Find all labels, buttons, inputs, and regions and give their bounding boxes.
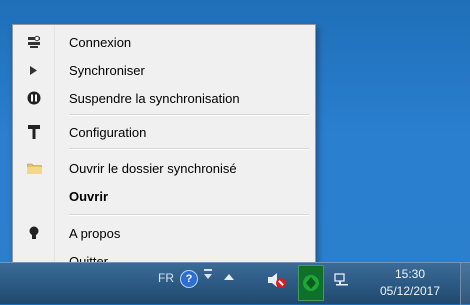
sync-app-tray-icon[interactable] (298, 265, 324, 301)
help-icon[interactable]: ? (180, 270, 198, 288)
menu-item-configuration[interactable]: Configuration (13, 120, 315, 144)
network-icon[interactable] (334, 273, 350, 289)
show-desktop-button[interactable] (460, 263, 470, 305)
menu-item-a-propos[interactable]: A propos (13, 221, 315, 245)
menu-item-label: Ouvrir le dossier synchronisé (69, 160, 237, 176)
menu-item-suspendre[interactable]: Suspendre la synchronisation (13, 86, 315, 110)
menu-item-icon-placeholder (13, 184, 55, 208)
tools-icon (13, 120, 55, 144)
menu-item-label: Ouvrir (69, 188, 109, 204)
connection-icon (13, 30, 55, 54)
chevron-down-icon[interactable] (203, 269, 213, 283)
menu-separator (69, 148, 309, 150)
clock-time: 15:30 (394, 267, 426, 281)
folder-icon (13, 156, 55, 180)
clock[interactable]: 15:30 05/12/2017 (370, 265, 450, 301)
desktop: Connexion Synchroniser Suspendre la sync… (0, 0, 470, 305)
language-indicator[interactable]: FR (158, 271, 174, 285)
pause-icon (13, 86, 55, 110)
menu-separator (69, 114, 309, 116)
menu-item-label: A propos (69, 225, 121, 241)
menu-separator (69, 214, 309, 216)
lightbulb-icon (13, 221, 55, 245)
menu-item-ouvrir[interactable]: Ouvrir (13, 184, 315, 208)
menu-item-label: Configuration (69, 124, 147, 140)
show-hidden-icons-icon[interactable] (224, 273, 234, 280)
menu-item-ouvrir-dossier[interactable]: Ouvrir le dossier synchronisé (13, 156, 315, 180)
speaker-muted-icon[interactable] (266, 271, 288, 289)
taskbar: FR ? 15:30 05/12/2017 (0, 262, 470, 305)
menu-item-label: Suspendre la synchronisation (69, 90, 240, 106)
play-icon (13, 58, 55, 82)
menu-item-label: Synchroniser (69, 62, 145, 78)
menu-item-label: Connexion (69, 34, 132, 50)
tray-context-menu: Connexion Synchroniser Suspendre la sync… (12, 24, 316, 276)
clock-date: 05/12/2017 (379, 284, 441, 298)
menu-item-synchroniser[interactable]: Synchroniser (13, 58, 315, 82)
menu-item-connexion[interactable]: Connexion (13, 30, 315, 54)
